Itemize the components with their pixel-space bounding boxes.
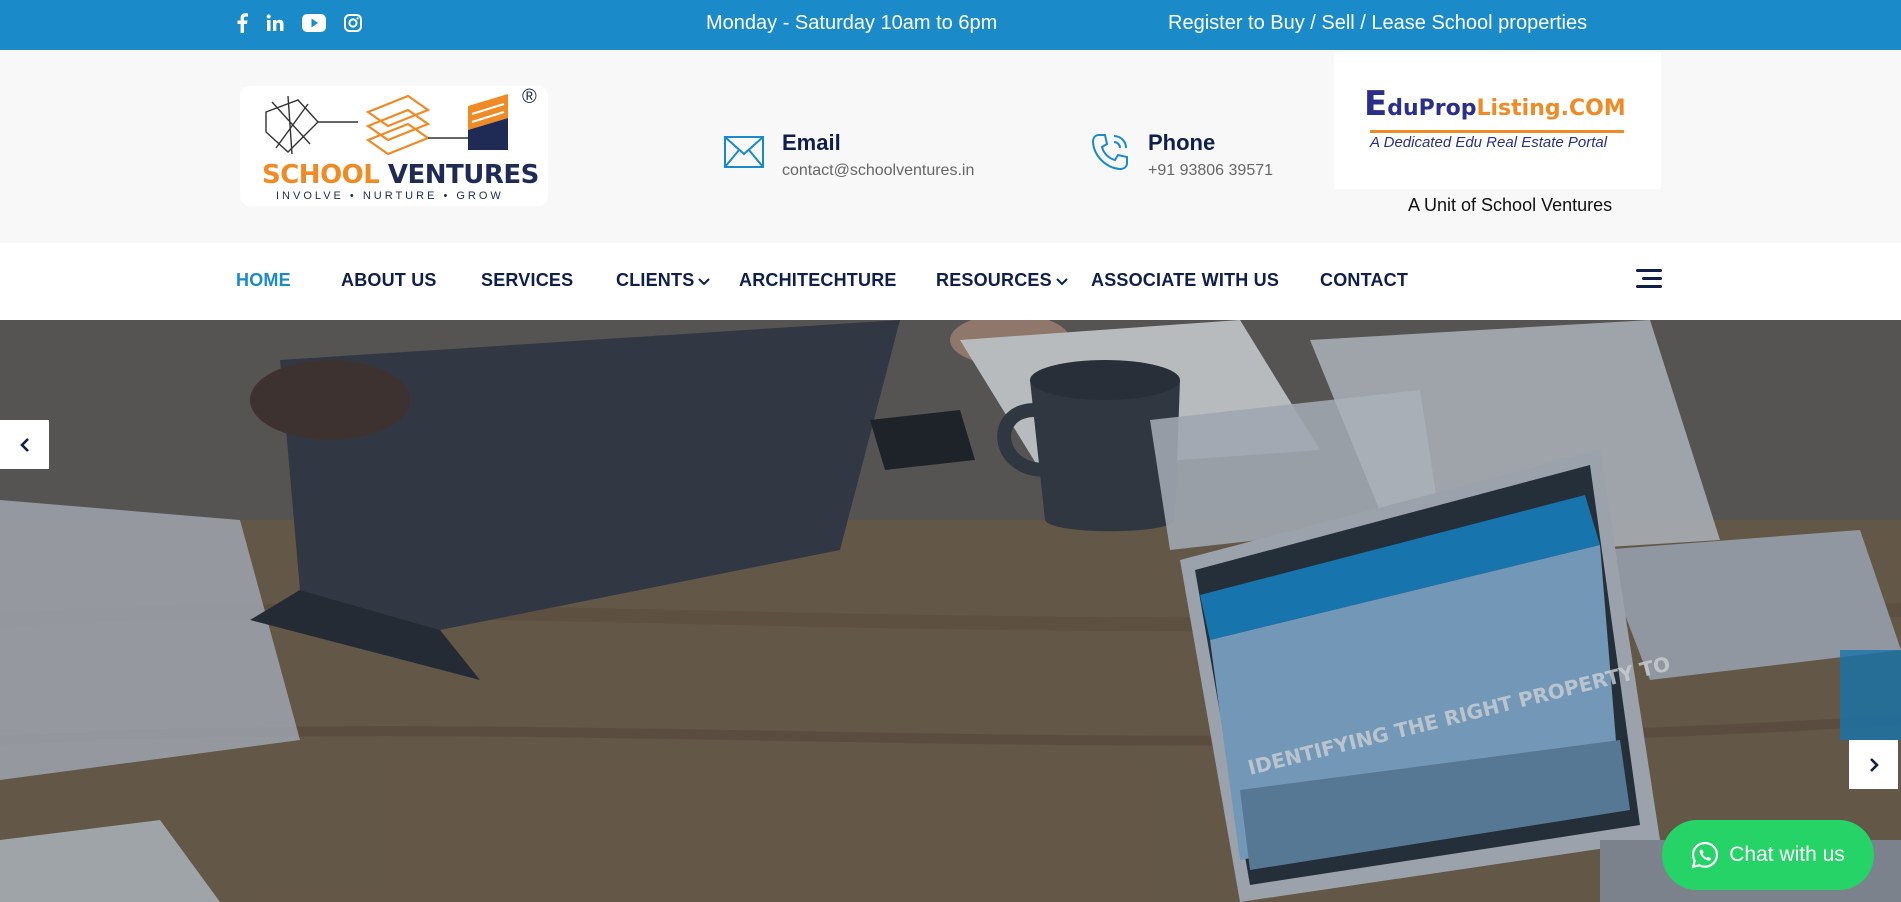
hero-slider: IDENTIFYING THE RIGHT PROPERTY TO <box>0 320 1901 902</box>
hero-overlay <box>0 320 1901 902</box>
logo-title: SCHOOL VENTURES <box>262 160 539 190</box>
register-link[interactable]: Register to Buy / Sell / Lease School pr… <box>1168 12 1587 35</box>
logo-tagline: INVOLVE • NURTURE • GROW <box>276 190 504 202</box>
unit-text: A Unit of School Ventures <box>1408 195 1613 215</box>
nav-home[interactable]: HOME <box>236 270 291 291</box>
slider-next-button[interactable] <box>1849 740 1898 789</box>
nav-associate-with-us[interactable]: ASSOCIATE WITH US <box>1091 270 1279 291</box>
phone-icon <box>1088 130 1132 174</box>
youtube-icon[interactable] <box>302 11 326 35</box>
whatsapp-icon <box>1691 841 1719 869</box>
phone-title: Phone <box>1148 130 1216 155</box>
nav-services[interactable]: SERVICES <box>481 270 573 291</box>
logo-graphic <box>265 94 508 156</box>
header: ® SCHOOL VENTURES INVOLVE • NURTURE • GR… <box>0 50 1901 243</box>
nav-resources[interactable]: RESOURCES <box>936 270 1068 291</box>
chevron-right-icon <box>1869 757 1879 772</box>
main-nav: HOME ABOUT US SERVICES CLIENTS ARCHITECH… <box>0 243 1901 320</box>
linkedin-icon[interactable] <box>266 11 284 35</box>
whatsapp-chat-button[interactable]: Chat with us <box>1662 820 1874 890</box>
eduproplisting-logo[interactable]: EduPropListing.COM A Dedicated Edu Real … <box>1334 52 1661 189</box>
nav-about-us[interactable]: ABOUT US <box>341 270 437 291</box>
nav-contact[interactable]: CONTACT <box>1320 270 1408 291</box>
school-ventures-logo[interactable]: ® SCHOOL VENTURES INVOLVE • NURTURE • GR… <box>240 86 548 206</box>
social-links <box>236 11 362 35</box>
email-value[interactable]: contact@schoolventures.in <box>782 162 974 180</box>
instagram-icon[interactable] <box>344 11 362 35</box>
phone-value[interactable]: +91 93806 39571 <box>1148 162 1273 180</box>
logo-underline <box>1370 130 1624 133</box>
email-contact[interactable]: Email contact@schoolventures.in <box>722 130 974 180</box>
eduproplisting-wordmark: EduPropListing.COM <box>1364 84 1626 124</box>
nav-architechture[interactable]: ARCHITECHTURE <box>739 270 897 291</box>
chevron-down-icon <box>698 277 711 285</box>
eduproplisting-subtitle: A Dedicated Edu Real Estate Portal <box>1370 134 1608 151</box>
slider-prev-button[interactable] <box>0 420 49 469</box>
business-hours: Monday - Saturday 10am to 6pm <box>706 12 998 34</box>
registered-mark: ® <box>522 86 537 108</box>
facebook-icon[interactable] <box>236 11 248 35</box>
email-title: Email <box>782 130 841 155</box>
envelope-icon <box>722 130 766 174</box>
chevron-left-icon <box>19 437 29 452</box>
nav-clients[interactable]: CLIENTS <box>616 270 711 291</box>
top-bar: Monday - Saturday 10am to 6pm Register t… <box>0 0 1901 50</box>
chevron-down-icon <box>1056 277 1068 285</box>
hamburger-menu-icon[interactable] <box>1636 269 1662 289</box>
chat-label: Chat with us <box>1729 843 1845 866</box>
phone-contact[interactable]: Phone +91 93806 39571 <box>1088 130 1273 180</box>
